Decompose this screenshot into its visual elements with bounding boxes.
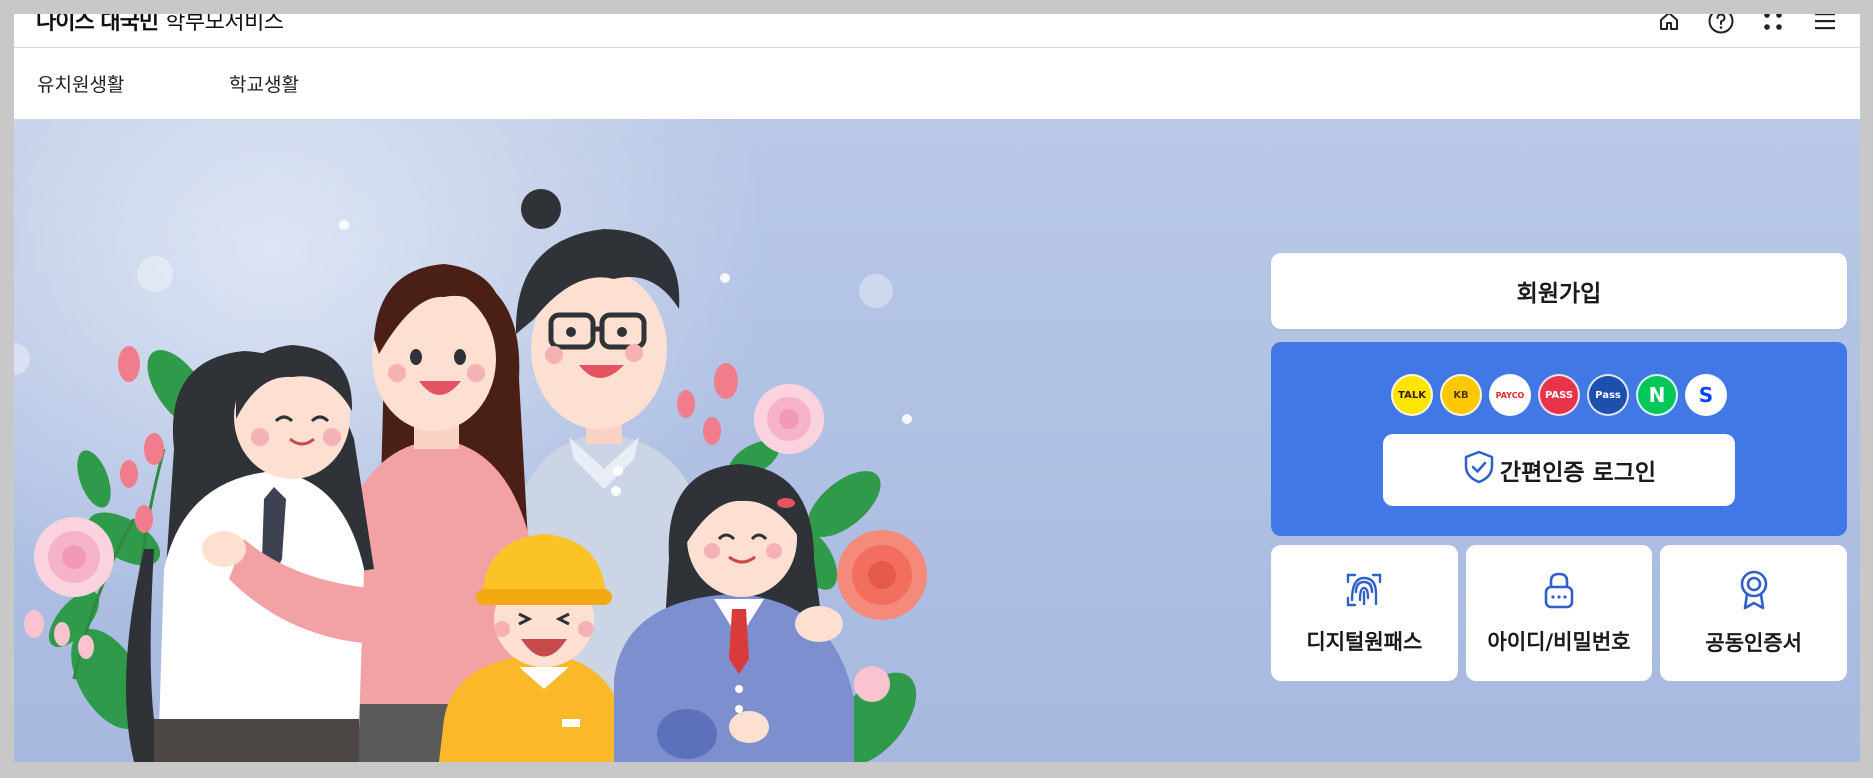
pass-auth-badge[interactable]: PASS <box>1538 374 1580 416</box>
samsung-pass-badge-text: Pass <box>1595 389 1621 401</box>
digital-onepass-button[interactable]: 디지털원패스 <box>1271 545 1458 681</box>
join-button[interactable]: 회원가입 <box>1271 253 1847 329</box>
window-frame-right <box>1860 0 1873 778</box>
shinhan-badge-text: S <box>1698 383 1714 407</box>
hero-section: 회원가입 TALK KB PAYCO PASS Pass N S 간편인증 로그인 디지털원… <box>14 119 1860 762</box>
kb-auth-badge[interactable]: KB <box>1440 374 1482 416</box>
kakao-badge-text: TALK <box>1398 389 1426 401</box>
kakao-auth-badge[interactable]: TALK <box>1391 374 1433 416</box>
certificate-button[interactable]: 공동인증서 <box>1660 545 1848 681</box>
naver-auth-badge[interactable]: N <box>1636 374 1678 416</box>
easy-auth-box: TALK KB PAYCO PASS Pass N S 간편인증 로그인 <box>1271 342 1847 536</box>
payco-auth-badge[interactable]: PAYCO <box>1489 374 1531 416</box>
window-frame-bottom <box>0 762 1873 778</box>
window-frame-left <box>0 0 14 778</box>
nav-item-kindergarten[interactable]: 유치원생활 <box>37 70 124 97</box>
auth-provider-list: TALK KB PAYCO PASS Pass N S <box>1271 374 1847 416</box>
page: 나이스 대국민 학부모서비스 유치원생활 학교생활 회원가입 TALK KB P… <box>14 0 1860 778</box>
login-method-tiles: 디지털원패스 아이디/비밀번호 공동인증서 <box>1271 545 1848 681</box>
nav-item-school[interactable]: 학교생활 <box>229 70 299 97</box>
easy-login-label: 간편인증 로그인 <box>1499 460 1657 486</box>
kb-badge-text: KB <box>1453 389 1469 401</box>
shield-check-icon <box>1462 450 1496 490</box>
id-password-button[interactable]: 아이디/비밀번호 <box>1465 545 1653 681</box>
family-illustration <box>14 189 927 762</box>
fingerprint-icon <box>1344 570 1384 614</box>
certificate-icon <box>1736 569 1772 615</box>
samsung-pass-auth-badge[interactable]: Pass <box>1587 374 1629 416</box>
naver-badge-text: N <box>1648 383 1666 407</box>
shinhan-auth-badge[interactable]: S <box>1685 374 1727 416</box>
main-nav: 유치원생활 학교생활 <box>14 49 1860 119</box>
certificate-label: 공동인증서 <box>1705 631 1802 655</box>
payco-badge-text: PAYCO <box>1495 390 1525 400</box>
lock-icon <box>1541 570 1577 614</box>
pass-badge-text: PASS <box>1544 389 1574 401</box>
easy-login-button[interactable]: 간편인증 로그인 <box>1383 434 1735 506</box>
digital-onepass-label: 디지털원패스 <box>1306 630 1423 654</box>
window-frame-top <box>0 0 1873 14</box>
id-password-label: 아이디/비밀번호 <box>1487 630 1631 654</box>
